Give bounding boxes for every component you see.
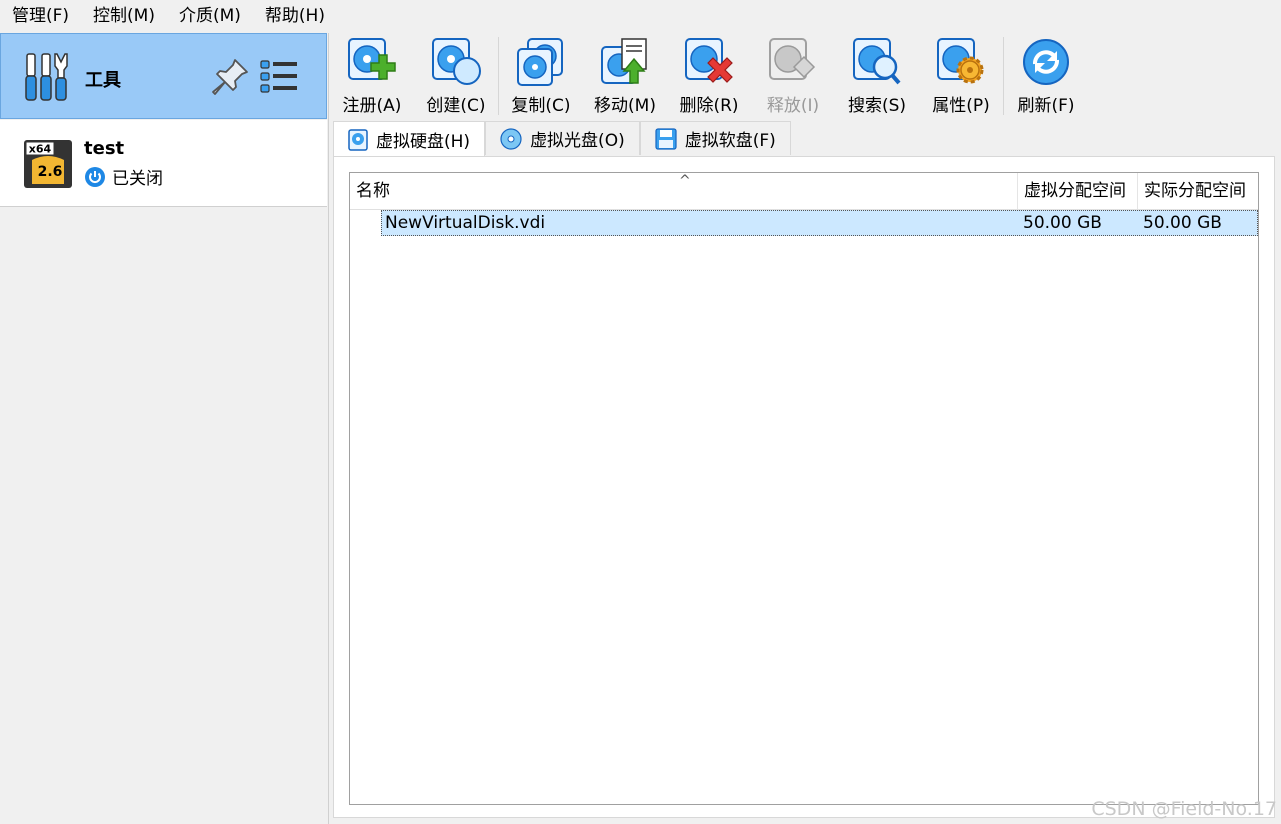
watermark: CSDN @Field-No.17 xyxy=(1091,798,1277,820)
hard-disk-icon xyxy=(348,128,368,151)
search-label: 搜索(S) xyxy=(847,96,907,116)
remove-label: 删除(R) xyxy=(679,96,739,116)
os-type-icon: x64 2.6 xyxy=(24,140,72,188)
move-label: 移动(M) xyxy=(594,96,656,116)
tools-icon xyxy=(25,53,68,101)
column-actual-size[interactable]: 实际分配空间 xyxy=(1138,173,1258,209)
refresh-label: 刷新(F) xyxy=(1017,96,1075,116)
release-disk-icon xyxy=(769,38,816,80)
disk-actual-size: 50.00 GB xyxy=(1143,213,1222,233)
media-toolbar: 注册(A) 创建(C) 复制(C) 移动(M) 删除(R) 释放(I) 搜索(S… xyxy=(330,33,1088,119)
tab-optical-disks[interactable]: 虚拟光盘(O) xyxy=(485,121,640,155)
list-menu-icon[interactable] xyxy=(259,58,299,98)
os-badge-arch: x64 xyxy=(29,143,52,156)
register-disk-icon xyxy=(348,38,396,80)
vm-state: 已关闭 xyxy=(84,164,163,189)
remove-button[interactable]: 删除(R) xyxy=(667,33,751,119)
copy-button[interactable]: 复制(C) xyxy=(499,33,583,119)
optical-disk-icon xyxy=(500,127,522,150)
tools-label: 工具 xyxy=(85,70,121,91)
tools-item[interactable]: 工具 xyxy=(0,33,327,119)
media-tree[interactable]: 名称 ^ 虚拟分配空间 实际分配空间 NewVirtualDisk.vdi 50… xyxy=(349,172,1259,805)
tab-optical-disks-label: 虚拟光盘(O) xyxy=(530,131,625,151)
tab-floppy-disks-label: 虚拟软盘(F) xyxy=(684,131,776,151)
column-virtual-size[interactable]: 虚拟分配空间 xyxy=(1018,173,1138,209)
search-button[interactable]: 搜索(S) xyxy=(835,33,919,119)
copy-disk-icon xyxy=(517,38,563,86)
copy-label: 复制(C) xyxy=(511,96,571,116)
machine-list-pane: 工具 x64 2.6 test 已关闭 xyxy=(0,33,329,824)
refresh-icon xyxy=(1023,39,1069,85)
menu-bar: 管理(F) 控制(M) 介质(M) 帮助(H) xyxy=(0,0,1281,33)
release-button[interactable]: 释放(I) xyxy=(751,33,835,119)
menu-media[interactable]: 介质(M) xyxy=(167,0,253,33)
floppy-disk-icon xyxy=(655,127,677,150)
tab-hard-disks[interactable]: 虚拟硬盘(H) xyxy=(333,121,486,157)
create-label: 创建(C) xyxy=(426,96,486,116)
menu-help[interactable]: 帮助(H) xyxy=(253,0,337,33)
table-row[interactable]: NewVirtualDisk.vdi 50.00 GB 50.00 GB xyxy=(381,210,1258,236)
properties-label: 属性(P) xyxy=(932,96,990,116)
menu-control[interactable]: 控制(M) xyxy=(81,0,167,33)
refresh-button[interactable]: 刷新(F) xyxy=(1004,33,1088,119)
move-button[interactable]: 移动(M) xyxy=(583,33,667,119)
disk-name: NewVirtualDisk.vdi xyxy=(385,213,546,233)
media-panel: 名称 ^ 虚拟分配空间 实际分配空间 NewVirtualDisk.vdi 50… xyxy=(333,156,1275,818)
move-disk-icon xyxy=(601,38,647,84)
create-button[interactable]: 创建(C) xyxy=(414,33,498,119)
menu-manage[interactable]: 管理(F) xyxy=(0,0,81,33)
tab-floppy-disks[interactable]: 虚拟软盘(F) xyxy=(639,121,791,155)
create-disk-icon xyxy=(432,38,481,85)
power-off-icon xyxy=(85,166,105,187)
search-disk-icon xyxy=(853,38,901,85)
sort-ascending-icon: ^ xyxy=(679,173,691,189)
pin-icon[interactable] xyxy=(209,56,251,98)
media-tabs: 虚拟硬盘(H) 虚拟光盘(O) 虚拟软盘(F) xyxy=(333,121,791,157)
register-button[interactable]: 注册(A) xyxy=(330,33,414,119)
release-label: 释放(I) xyxy=(766,96,820,116)
remove-disk-icon xyxy=(685,38,733,83)
properties-disk-icon xyxy=(937,38,984,84)
os-badge-version: 2.6 xyxy=(38,164,63,180)
disk-virtual-size: 50.00 GB xyxy=(1023,213,1102,233)
vm-state-label: 已关闭 xyxy=(112,169,163,189)
vm-item-test[interactable]: x64 2.6 test 已关闭 xyxy=(0,120,327,207)
vm-name: test xyxy=(84,138,125,159)
register-label: 注册(A) xyxy=(342,96,402,116)
properties-button[interactable]: 属性(P) xyxy=(919,33,1003,119)
table-header: 名称 ^ 虚拟分配空间 实际分配空间 xyxy=(350,173,1258,210)
tab-hard-disks-label: 虚拟硬盘(H) xyxy=(376,132,471,152)
